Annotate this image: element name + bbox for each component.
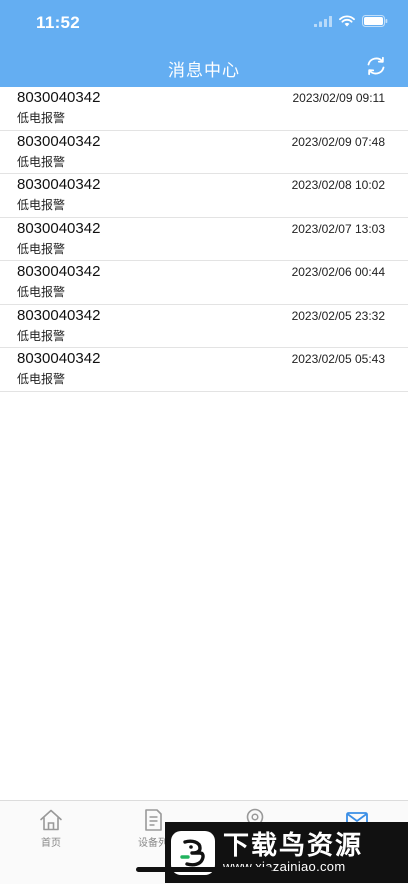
message-time: 2023/02/09 09:11: [292, 91, 385, 105]
message-list: 8030040342 低电报警 2023/02/09 09:11 8030040…: [0, 87, 408, 392]
alarm-type: 低电报警: [17, 198, 66, 212]
device-id: 8030040342: [17, 132, 101, 150]
status-time: 11:52: [36, 13, 81, 32]
alarm-type: 低电报警: [17, 285, 66, 299]
message-time: 2023/02/08 10:02: [291, 178, 385, 192]
cellular-signal-icon: [314, 15, 332, 27]
message-time: 2023/02/05 05:43: [291, 352, 385, 366]
device-id: 8030040342: [17, 350, 101, 367]
device-id: 8030040342: [17, 176, 101, 193]
message-item[interactable]: 8030040342 低电报警 2023/02/09 07:48: [0, 131, 408, 174]
alarm-type: 低电报警: [17, 241, 66, 256]
message-time: 2023/02/06 00:44: [291, 265, 385, 279]
message-item[interactable]: 8030040342 低电报警 2023/02/08 10:02: [0, 174, 408, 218]
wifi-icon: [339, 15, 355, 27]
watermark-name: 下载鸟资源: [223, 829, 364, 860]
message-time: 2023/02/05 23:32: [291, 308, 385, 323]
alarm-type: 低电报警: [17, 372, 66, 386]
watermark-banner: 下载鸟资源 www.xiazainiao.com: [165, 822, 408, 883]
device-id: 8030040342: [17, 263, 101, 280]
message-item[interactable]: 8030040342 低电报警 2023/02/09 09:11: [0, 87, 408, 131]
message-item[interactable]: 8030040342 低电报警 2023/02/05 23:32: [0, 305, 408, 348]
message-time: 2023/02/09 07:48: [291, 134, 385, 149]
message-time: 2023/02/07 13:03: [291, 221, 385, 236]
alarm-type: 低电报警: [17, 111, 66, 125]
message-item[interactable]: 8030040342 低电报警 2023/02/05 05:43: [0, 348, 408, 392]
device-id: 8030040342: [17, 306, 101, 324]
message-item[interactable]: 8030040342 低电报警 2023/02/07 13:03: [0, 218, 408, 261]
device-list-icon: [145, 809, 162, 831]
page-title: 消息中心: [168, 61, 240, 80]
home-icon: [40, 809, 62, 831]
tab-label: 首页: [41, 838, 61, 849]
status-icons: [314, 15, 388, 27]
tab-home[interactable]: 首页: [0, 807, 102, 849]
message-item[interactable]: 8030040342 低电报警 2023/02/06 00:44: [0, 261, 408, 305]
alarm-type: 低电报警: [17, 328, 66, 343]
app-header: 11:52 消息中心: [0, 0, 408, 87]
status-bar: 11:52: [0, 0, 408, 44]
alarm-type: 低电报警: [17, 154, 66, 169]
refresh-icon: [367, 56, 385, 76]
home-indicator: [136, 867, 272, 872]
refresh-button[interactable]: [364, 54, 388, 78]
battery-icon: [362, 15, 388, 27]
device-id: 8030040342: [17, 219, 101, 237]
bird-glyph-icon: [180, 839, 205, 866]
device-id: 8030040342: [17, 89, 101, 106]
